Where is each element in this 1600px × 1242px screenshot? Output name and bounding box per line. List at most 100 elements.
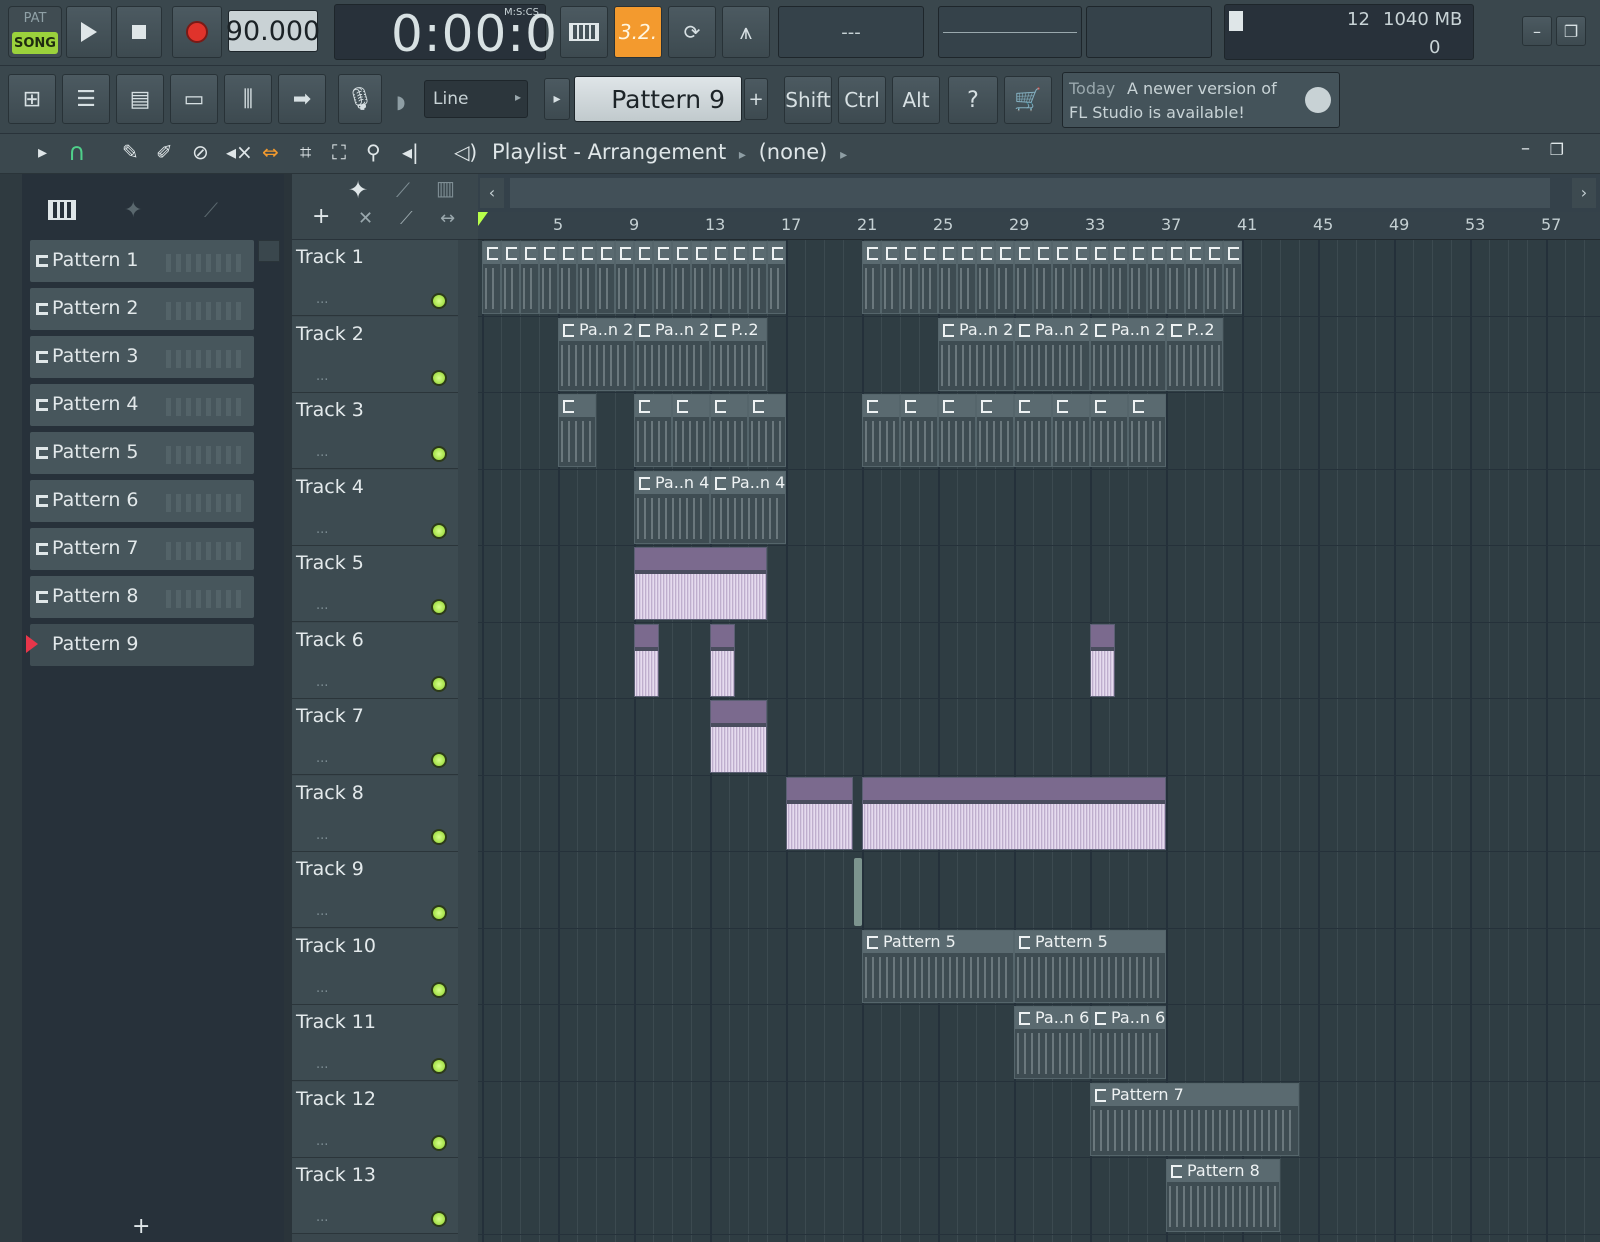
audio-clip[interactable] xyxy=(862,776,1166,850)
track-enable-led[interactable] xyxy=(431,981,447,998)
track-name[interactable]: Track 8 xyxy=(296,782,364,804)
track-options[interactable]: ... xyxy=(316,292,328,307)
piano-roll-button[interactable]: ▤ xyxy=(116,74,164,124)
track-name[interactable]: Track 9 xyxy=(296,858,364,880)
track-name[interactable]: Track 12 xyxy=(296,1088,376,1110)
pattern-clip[interactable]: Pattern 7 xyxy=(1090,1082,1299,1156)
chevron-right-icon[interactable]: ▸ xyxy=(840,147,847,163)
link-icon[interactable]: ⟋ xyxy=(396,178,410,202)
pattern-clip[interactable] xyxy=(995,241,1014,314)
stop-button[interactable] xyxy=(116,6,162,58)
track-options[interactable]: ... xyxy=(316,445,328,460)
track-name[interactable]: Track 5 xyxy=(296,552,364,574)
track-options[interactable]: ... xyxy=(316,904,328,919)
playlist-window-button[interactable]: ⊞ xyxy=(8,74,56,124)
pattern-clip[interactable]: Pattern 5 xyxy=(1014,929,1166,1003)
pattern-clip[interactable] xyxy=(767,241,786,314)
pattern-clip[interactable] xyxy=(900,241,919,314)
track-enable-led[interactable] xyxy=(431,1211,447,1227)
overview-scroll-thumb[interactable] xyxy=(510,178,1550,208)
pattern-item[interactable]: Pattern 4 xyxy=(30,384,254,426)
pattern-item[interactable]: Pattern 7 xyxy=(30,528,254,570)
audio-clip[interactable] xyxy=(710,700,767,773)
pattern-clip[interactable]: Pa..n 2 xyxy=(1014,317,1090,391)
track-options[interactable]: ... xyxy=(316,981,328,996)
arrangement-overview[interactable]: ‹ › xyxy=(478,174,1600,212)
automation-icon[interactable]: ⟋ xyxy=(204,198,218,222)
pattern-item[interactable]: Pattern 2 xyxy=(30,288,254,330)
zoom-icon[interactable]: ⚲ xyxy=(366,140,381,164)
audio-clip[interactable] xyxy=(786,776,853,850)
track-header[interactable]: Track 12... xyxy=(292,1081,458,1158)
pattern-clip[interactable] xyxy=(729,241,748,314)
pattern-clip[interactable] xyxy=(501,241,520,314)
ctrl-button[interactable]: Ctrl xyxy=(838,76,886,124)
pattern-clip[interactable] xyxy=(976,241,995,314)
shift-button[interactable]: Shift xyxy=(784,76,832,124)
pattern-clip[interactable] xyxy=(1185,241,1204,314)
track-name[interactable]: Track 10 xyxy=(296,935,376,957)
pat-mode-label[interactable]: PAT xyxy=(9,11,61,26)
track-options[interactable]: ... xyxy=(316,675,328,690)
track-name[interactable]: Track 11 xyxy=(296,1011,376,1033)
maximize-button[interactable]: ❐ xyxy=(1556,16,1586,46)
pattern-clip[interactable]: Pattern 5 xyxy=(862,929,1014,1003)
track-header[interactable]: Track 4... xyxy=(292,469,458,546)
playhead-marker[interactable] xyxy=(478,212,488,226)
track-enable-led[interactable] xyxy=(431,1058,447,1074)
track-header[interactable]: Track 2... xyxy=(292,316,458,393)
pattern-clip[interactable] xyxy=(1090,241,1109,314)
pattern-clip[interactable] xyxy=(710,394,748,467)
pattern-clip[interactable] xyxy=(577,241,596,314)
pattern-clip[interactable]: Pa..n 6 xyxy=(1014,1006,1090,1079)
scroll-right-icon[interactable]: › xyxy=(1572,178,1596,208)
pattern-clip[interactable] xyxy=(539,241,558,314)
pattern-clip[interactable] xyxy=(1014,241,1033,314)
track-enable-led[interactable] xyxy=(431,1134,447,1151)
shop-button[interactable]: 🛒 xyxy=(1004,76,1052,124)
piano-keys-icon[interactable] xyxy=(48,200,76,220)
automation-marker[interactable] xyxy=(854,858,863,926)
pat-song-toggle[interactable]: PAT SONG xyxy=(8,6,62,58)
record-button[interactable] xyxy=(172,6,222,58)
playlist-minimize-icon[interactable]: – xyxy=(1521,138,1530,159)
audio-input-button[interactable]: 🎙 xyxy=(338,74,382,124)
track-header[interactable]: Track 9... xyxy=(292,852,458,928)
select-icon[interactable]: ⛶ xyxy=(332,140,346,164)
track-options[interactable]: ... xyxy=(316,369,328,384)
pattern-clip[interactable] xyxy=(1109,241,1128,314)
pattern-clip[interactable]: P..2 xyxy=(710,317,767,391)
pattern-item[interactable]: Pattern 5 xyxy=(30,432,254,474)
slice-icon[interactable]: ⌗ xyxy=(300,140,311,164)
track-options[interactable]: ... xyxy=(316,522,328,537)
pattern-clip[interactable] xyxy=(653,241,672,314)
track-enable-led[interactable] xyxy=(431,446,447,462)
browser-button[interactable]: ▭ xyxy=(170,74,218,124)
pattern-clip[interactable] xyxy=(558,394,596,467)
pattern-clip[interactable] xyxy=(748,394,786,467)
scroll-left-icon[interactable]: ‹ xyxy=(480,178,504,208)
pattern-clip[interactable]: Pa..n 4 xyxy=(710,470,786,544)
pattern-clip[interactable] xyxy=(1223,241,1242,314)
pattern-clip[interactable] xyxy=(1128,241,1147,314)
resize-icon[interactable]: ↔ xyxy=(440,208,455,229)
track-name[interactable]: Track 2 xyxy=(296,323,364,345)
audio-clip-icon[interactable]: ✦ xyxy=(124,198,142,223)
pattern-clip[interactable] xyxy=(672,241,691,314)
pattern-clip[interactable]: Pa..n 2 xyxy=(558,317,634,391)
news-panel[interactable]: Today A newer version of FL Studio is av… xyxy=(1062,72,1340,128)
mixer-button[interactable]: ⫼ xyxy=(224,74,272,124)
delete-icon[interactable]: ⊘ xyxy=(192,140,209,164)
pattern-clip[interactable] xyxy=(634,241,653,314)
pattern-clip[interactable] xyxy=(672,394,710,467)
track-enable-led[interactable] xyxy=(431,522,447,539)
audio-clip[interactable] xyxy=(634,547,767,620)
song-mode-label[interactable]: SONG xyxy=(12,32,58,54)
track-name[interactable]: Track 6 xyxy=(296,629,364,651)
arrangement-selector[interactable]: (none) xyxy=(759,140,828,164)
close-icon[interactable]: ✕ xyxy=(358,208,373,229)
track-options[interactable]: ... xyxy=(316,1057,328,1072)
picker-add-button[interactable]: + xyxy=(132,1214,150,1239)
pattern-clip[interactable]: P..2 xyxy=(1166,317,1223,391)
play-button[interactable] xyxy=(66,6,112,58)
